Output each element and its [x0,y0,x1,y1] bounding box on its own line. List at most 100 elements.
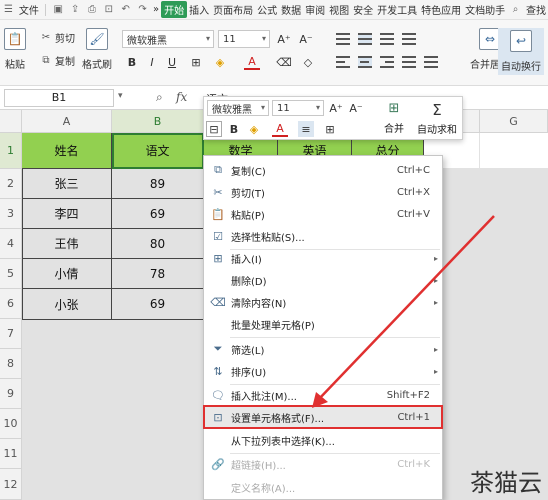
mini-merge-button[interactable]: ⊞ 合并 [376,101,412,139]
wrap-text-button[interactable]: ↩ 自动换行 [498,28,544,75]
table-cell-score[interactable]: 80 [112,229,204,259]
font-name-select[interactable]: 微软雅黑 ▾ [122,30,214,48]
tab-page-layout[interactable]: 页面布局 [211,2,255,17]
row-header-9[interactable]: 9 [0,379,22,409]
menu-icon[interactable]: ☰ [2,3,15,17]
fx-icon[interactable]: fx [176,90,187,104]
tab-features[interactable]: 特色应用 [419,2,463,17]
tab-developer[interactable]: 开发工具 [375,2,419,17]
redo-icon[interactable]: ↷ [136,3,149,17]
tab-home[interactable]: 开始 [161,1,188,18]
mini-borders-icon[interactable]: ⊞ [322,121,338,137]
tab-insert[interactable]: 插入 [187,2,211,17]
header-cell-name[interactable]: 姓名 [22,133,112,169]
italic-button[interactable]: I [144,54,160,70]
menu-item-format-cells[interactable]: ⊡ 设置单元格格式(F)... Ctrl+1 [203,405,443,429]
table-cell-name[interactable]: 小张 [22,289,112,320]
mini-autosum-button[interactable]: Σ 自动求和 [412,101,462,139]
table-cell-score[interactable]: 69 [112,289,204,320]
menu-item-filter[interactable]: ⏷ 筛选(L) ▸ [204,338,442,360]
export-icon[interactable]: ⇪ [69,3,82,17]
eraser-icon[interactable]: ⌫ [276,54,292,70]
menu-item-paste-special[interactable]: ☑ 选择性粘贴(S)... [204,225,442,247]
print-icon[interactable]: ⎙ [86,3,99,17]
row-header-6[interactable]: 6 [0,289,22,319]
tab-formulas[interactable]: 公式 [255,2,279,17]
align-top-icon[interactable] [336,33,350,45]
paste-button[interactable]: 📋 粘贴 [4,28,26,71]
mini-fill-color-icon[interactable]: ◈ [246,121,262,137]
header-cell-chinese[interactable]: 语文 [112,133,204,169]
row-header-4[interactable]: 4 [0,229,22,259]
menu-item-cut[interactable]: ✂ 剪切(T) Ctrl+X [204,181,442,203]
row-header-12[interactable]: 12 [0,469,22,500]
menu-item-paste[interactable]: 📋 粘贴(P) Ctrl+V [204,203,442,225]
file-menu[interactable]: 文件 [17,2,41,17]
row-header-8[interactable]: 8 [0,349,22,379]
mini-font-name-select[interactable]: 微软雅黑 ▾ [207,100,269,116]
tab-doc-assistant[interactable]: 文档助手 [463,2,507,17]
shrink-font-button[interactable]: A⁻ [298,31,314,47]
menu-item-copy[interactable]: ⧉ 复制(C) Ctrl+C [204,159,442,181]
mini-bold-button[interactable]: B [226,121,242,137]
font-size-select[interactable]: 11 ▾ [218,30,270,48]
cut-button[interactable]: ✂ 剪切 [40,30,75,45]
grow-font-button[interactable]: A⁺ [276,31,292,47]
tab-data[interactable]: 数据 [279,2,303,17]
row-header-5[interactable]: 5 [0,259,22,289]
mini-font-color-button[interactable]: A [272,121,288,137]
align-middle-icon[interactable] [358,33,372,45]
mini-style-icon[interactable]: ⊟ [206,121,222,137]
column-header-b[interactable]: B [112,110,204,133]
search-label[interactable]: 查找 [524,2,548,17]
tab-view[interactable]: 视图 [327,2,351,17]
font-color-button[interactable]: A [244,54,260,70]
menu-item-insert[interactable]: ⊞ 插入(I) ▸ [204,247,442,269]
menu-item-sort[interactable]: ⇅ 排序(U) ▸ [204,360,442,382]
table-cell-score[interactable]: 89 [112,169,204,199]
save-icon[interactable]: ▣ [52,3,65,17]
undo-icon[interactable]: ↶ [119,3,132,17]
preview-icon[interactable]: ⊡ [102,3,115,17]
menu-item-batch-process[interactable]: 批量处理单元格(P) [204,313,442,335]
bold-button[interactable]: B [124,54,140,70]
row-header-10[interactable]: 10 [0,409,22,439]
copy-button[interactable]: ⧉ 复制 [40,53,75,68]
select-all-corner[interactable] [0,110,22,133]
table-cell-score[interactable]: 78 [112,259,204,289]
zoom-icon[interactable]: ⌕ [156,90,163,105]
fill-color-icon[interactable]: ◈ [212,54,228,70]
menu-item-insert-comment[interactable]: 🗨 插入批注(M)... Shift+F2 [204,384,442,406]
tab-security[interactable]: 安全 [351,2,375,17]
menu-item-clear-contents[interactable]: ⌫ 清除内容(N) ▸ [204,291,442,313]
orientation-icon[interactable] [402,33,416,45]
menu-item-delete[interactable]: 删除(D) ▸ [204,269,442,291]
menu-item-pick-from-list[interactable]: 从下拉列表中选择(K)... [204,429,442,451]
row-header-1[interactable]: 1 [0,133,22,169]
borders-icon[interactable]: ⊞ [188,54,204,70]
more-menu[interactable]: » [151,4,161,15]
align-center-icon[interactable] [358,56,372,68]
mini-font-size-select[interactable]: 11 ▾ [272,100,324,116]
row-header-2[interactable]: 2 [0,169,22,199]
chevron-down-icon[interactable]: ▾ [118,91,123,101]
table-cell-name[interactable]: 小倩 [22,259,112,289]
name-box[interactable]: B1 [4,89,114,107]
row-header-11[interactable]: 11 [0,439,22,469]
search-icon[interactable]: ⌕ [509,3,522,17]
menu-item-define-name[interactable]: 定义名称(A)... [204,476,442,498]
menu-item-hyperlink[interactable]: 🔗 超链接(H)... Ctrl+K [204,453,442,475]
justify-icon[interactable] [402,56,416,68]
column-header-g[interactable]: G [480,110,548,133]
format-painter-button[interactable]: 🖌 格式刷 [82,28,112,71]
distribute-icon[interactable] [424,56,438,68]
tab-review[interactable]: 审阅 [303,2,327,17]
row-header-7[interactable]: 7 [0,319,22,349]
align-bottom-icon[interactable] [380,33,394,45]
table-cell-name[interactable]: 王伟 [22,229,112,259]
row-header-3[interactable]: 3 [0,199,22,229]
clear-icon[interactable]: ◇ [300,54,316,70]
column-header-a[interactable]: A [22,110,112,133]
mini-grow-font-button[interactable]: A⁺ [328,100,344,116]
mini-shrink-font-button[interactable]: A⁻ [348,100,364,116]
